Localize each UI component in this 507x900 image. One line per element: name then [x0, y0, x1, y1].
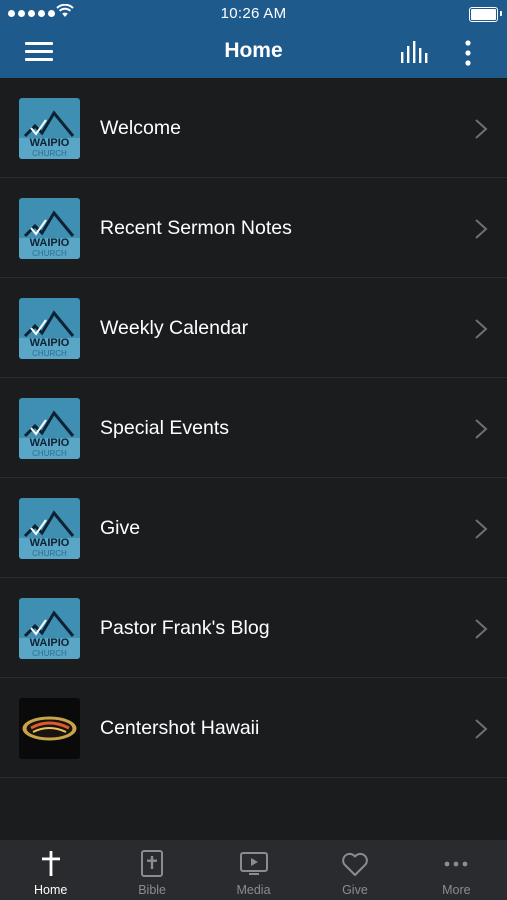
svg-text:CHURCH: CHURCH	[32, 549, 67, 558]
svg-text:WAIPIO: WAIPIO	[30, 237, 70, 249]
waipio-church-logo: WAIPIO CHURCH	[19, 298, 80, 359]
list-item[interactable]: WAIPIO CHURCH Recent Sermon Notes	[0, 178, 507, 278]
svg-text:WAIPIO: WAIPIO	[30, 337, 70, 349]
page-title: Home	[224, 39, 283, 62]
tab-label: Give	[342, 883, 368, 897]
chevron-right-icon	[475, 519, 488, 539]
waipio-church-logo: WAIPIO CHURCH	[19, 598, 80, 659]
chevron-right-icon	[475, 119, 488, 139]
audio-bars-icon[interactable]	[400, 40, 430, 64]
media-icon	[239, 852, 268, 875]
status-time: 10:26 AM	[220, 5, 287, 22]
svg-text:CHURCH: CHURCH	[32, 249, 67, 258]
chevron-right-icon	[475, 719, 488, 739]
centershot-logo	[19, 698, 80, 759]
status-bar: 10:26 AM	[0, 0, 507, 28]
svg-text:WAIPIO: WAIPIO	[30, 637, 70, 649]
list-item[interactable]: WAIPIO CHURCH Welcome	[0, 78, 507, 178]
app-header: 10:26 AM Home	[0, 0, 507, 78]
more-icon	[444, 861, 468, 867]
svg-text:WAIPIO: WAIPIO	[30, 537, 70, 549]
heart-icon	[342, 852, 368, 876]
chevron-right-icon	[475, 219, 488, 239]
bible-icon	[141, 850, 164, 877]
bottom-tab-bar: Home Bible Media Give More	[0, 840, 507, 900]
cross-icon	[41, 851, 60, 876]
list-item-label: Centershot Hawaii	[100, 717, 260, 739]
tab-bible[interactable]: Bible	[101, 840, 202, 900]
list-item-label: Give	[100, 517, 141, 539]
more-options-icon[interactable]	[460, 39, 476, 67]
svg-text:WAIPIO: WAIPIO	[30, 437, 70, 449]
waipio-church-logo: WAIPIO CHURCH	[19, 198, 80, 259]
chevron-right-icon	[475, 319, 488, 339]
battery-icon	[469, 7, 502, 22]
tab-label: Bible	[138, 883, 166, 897]
tab-label: More	[442, 883, 471, 897]
list-item-label: Weekly Calendar	[100, 317, 249, 339]
waipio-church-logo: WAIPIO CHURCH	[19, 398, 80, 459]
list-item[interactable]: WAIPIO CHURCH Pastor Frank's Blog	[0, 578, 507, 678]
list-item[interactable]: WAIPIO CHURCH Special Events	[0, 378, 507, 478]
list-item-label: Welcome	[100, 117, 181, 139]
tab-home[interactable]: Home	[0, 840, 101, 900]
tab-label: Home	[34, 883, 68, 897]
waipio-church-logo: WAIPIO CHURCH	[19, 498, 80, 559]
svg-text:CHURCH: CHURCH	[32, 349, 67, 358]
svg-text:WAIPIO: WAIPIO	[30, 137, 70, 149]
tab-more[interactable]: More	[406, 840, 507, 900]
waipio-church-logo: WAIPIO CHURCH	[19, 98, 80, 159]
list-item[interactable]: Centershot Hawaii	[0, 678, 507, 778]
chevron-right-icon	[475, 419, 488, 439]
tab-media[interactable]: Media	[203, 840, 304, 900]
list-item[interactable]: WAIPIO CHURCH Give	[0, 478, 507, 578]
list-item-label: Recent Sermon Notes	[100, 217, 292, 239]
list-item-label: Pastor Frank's Blog	[100, 617, 270, 639]
nav-bar: Home	[0, 28, 507, 78]
tab-give[interactable]: Give	[304, 840, 405, 900]
list-item[interactable]: WAIPIO CHURCH Weekly Calendar	[0, 278, 507, 378]
tab-label: Media	[236, 883, 271, 897]
svg-text:CHURCH: CHURCH	[32, 149, 67, 158]
list-item-label: Special Events	[100, 417, 229, 439]
svg-text:CHURCH: CHURCH	[32, 449, 67, 458]
home-menu-list: WAIPIO CHURCH Welcome WAIPIO CHURCH Rece…	[0, 78, 507, 778]
chevron-right-icon	[475, 619, 488, 639]
svg-text:CHURCH: CHURCH	[32, 649, 67, 658]
